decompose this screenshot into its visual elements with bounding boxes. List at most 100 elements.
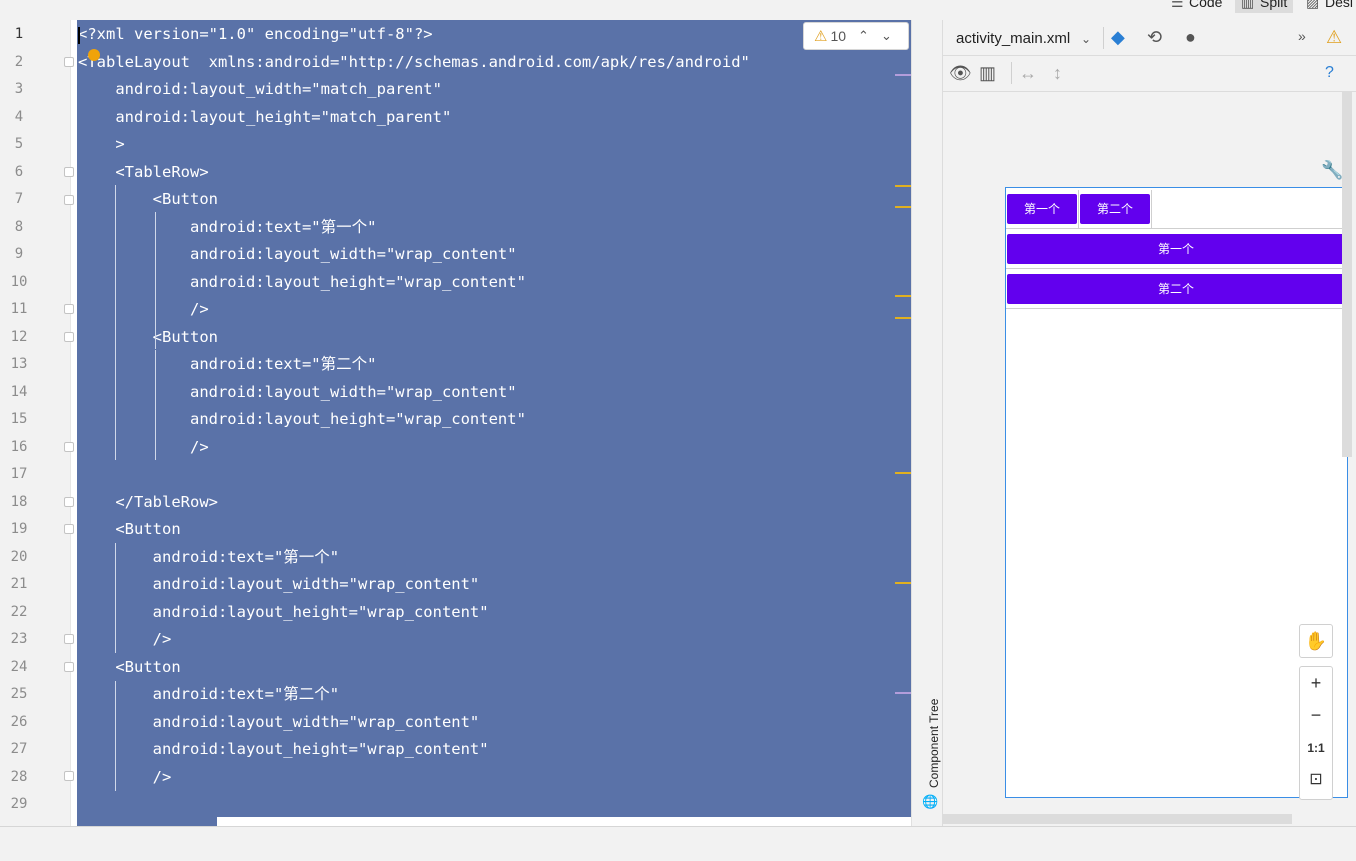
code-line[interactable]: android:text="第二个" (78, 680, 340, 708)
code-line[interactable]: android:layout_width="wrap_content" (78, 378, 517, 406)
code-line[interactable]: <Button (78, 653, 180, 681)
fold-marker[interactable] (64, 332, 74, 342)
code-line[interactable]: /> (78, 295, 209, 323)
line-number: 23 (10, 631, 28, 647)
fold-marker[interactable] (64, 662, 74, 672)
eye-icon[interactable]: 👁 (949, 63, 972, 83)
code-line[interactable]: <Button (78, 515, 180, 543)
line-number: 22 (10, 603, 28, 620)
code-line[interactable]: android:layout_width="wrap_content" (78, 708, 480, 736)
code-line[interactable]: android:text="第二个" (78, 350, 377, 378)
zoom-actual-size-button[interactable]: 1:1 (1300, 741, 1332, 755)
help-icon[interactable]: ? (1325, 63, 1334, 83)
line-number: 15 (10, 411, 28, 427)
status-bar (0, 826, 1356, 861)
stripe-mark[interactable] (895, 295, 911, 297)
fold-marker[interactable] (64, 442, 74, 452)
fold-marker[interactable] (64, 771, 74, 781)
line-number: 28 (10, 768, 28, 785)
code-line[interactable]: android:layout_height="wrap_content" (78, 405, 526, 433)
fold-marker[interactable] (64, 524, 74, 534)
wrench-icon[interactable]: 🔧 (1321, 160, 1343, 180)
fold-marker[interactable] (64, 304, 74, 314)
line-number: 8 (14, 218, 24, 235)
design-mode-button[interactable]: Desi (1325, 0, 1353, 10)
text-caret (78, 27, 80, 44)
separator (1011, 62, 1012, 84)
line-number: 5 (14, 136, 24, 152)
code-mode-icon: ☰ (1171, 0, 1184, 10)
code-line[interactable]: /> (78, 625, 172, 653)
code-line[interactable]: <Button (78, 323, 218, 351)
horizontal-scrollbar[interactable] (942, 814, 1292, 824)
warning-icon[interactable]: ⚠ (1326, 27, 1342, 47)
preview-button[interactable]: 第二个 (1080, 194, 1150, 224)
table-cell-divider (1078, 190, 1079, 228)
zoom-to-fit-icon[interactable]: ⊡ (1300, 769, 1332, 789)
stripe-mark[interactable] (895, 185, 911, 187)
globe-icon[interactable]: 🌐 (922, 794, 938, 810)
code-line[interactable]: <TableRow> (78, 158, 208, 186)
line-number: 7 (14, 191, 24, 207)
blueprint-icon[interactable]: ▥ (979, 63, 996, 83)
fold-marker[interactable] (64, 167, 74, 177)
preview-button[interactable]: 第二个 (1007, 274, 1345, 304)
design-toolbar-secondary: 👁 ▥ ↔ ↕ ? (943, 56, 1356, 92)
fold-marker[interactable] (64, 195, 74, 205)
fold-marker[interactable] (64, 634, 74, 644)
code-line[interactable]: android:layout_height="wrap_content" (78, 735, 489, 763)
vertical-scrollbar[interactable] (1342, 92, 1352, 457)
fold-marker[interactable] (64, 57, 74, 67)
code-line[interactable]: <Button (78, 185, 218, 213)
theme-icon[interactable]: ● (1185, 27, 1196, 47)
code-mode-button[interactable]: Code (1189, 0, 1222, 10)
stripe-mark[interactable] (895, 692, 911, 694)
code-line[interactable]: android:layout_height="wrap_content" (78, 598, 489, 626)
code-line[interactable]: /> (78, 433, 209, 461)
code-line[interactable]: android:layout_height="match_parent" (78, 103, 451, 131)
view-mode-switch[interactable]: ☰ Code ▥ Split ▨ Desi (1165, 0, 1356, 13)
intention-bulb-icon[interactable] (88, 49, 100, 61)
stripe-mark[interactable] (895, 206, 911, 208)
orientation-icon[interactable]: ⟲ (1147, 27, 1162, 47)
horizontal-resize-icon[interactable]: ↔ (1019, 63, 1037, 83)
zoom-out-button[interactable]: − (1300, 705, 1332, 726)
hand-icon[interactable]: ✋ (1300, 631, 1332, 652)
code-line[interactable]: android:text="第一个" (78, 213, 377, 241)
component-tree-tab[interactable]: Component Tree (927, 699, 941, 788)
separator (1103, 27, 1104, 49)
pan-tool[interactable]: ✋ (1299, 624, 1333, 658)
chevron-up-icon[interactable]: ⌃ (858, 28, 869, 44)
split-mode-button[interactable]: Split (1260, 0, 1287, 10)
code-line[interactable]: android:text="第一个" (78, 543, 340, 571)
zoom-in-button[interactable]: + (1300, 673, 1332, 694)
preview-button[interactable]: 第一个 (1007, 234, 1345, 264)
code-line[interactable]: android:layout_width="match_parent" (78, 75, 442, 103)
file-selector[interactable]: activity_main.xml (956, 30, 1070, 47)
design-mode-icon: ▨ (1306, 0, 1320, 10)
layers-icon[interactable]: ◆ (1111, 27, 1125, 47)
line-number: 18 (10, 493, 28, 510)
code-line[interactable]: <TableLayout xmlns:android="http://schem… (78, 48, 750, 76)
chevron-down-icon[interactable]: ⌄ (1081, 29, 1091, 49)
more-icon[interactable]: » (1298, 26, 1306, 46)
table-row-divider (1006, 228, 1346, 229)
error-stripe[interactable] (893, 20, 911, 826)
stripe-mark[interactable] (895, 74, 911, 76)
code-line[interactable]: android:layout_height="wrap_content" (78, 268, 526, 296)
line-number: 20 (10, 548, 28, 565)
line-number: 25 (10, 686, 28, 702)
fold-marker[interactable] (64, 497, 74, 507)
code-line[interactable]: > (78, 130, 124, 158)
stripe-mark[interactable] (895, 582, 911, 584)
code-line[interactable]: android:layout_width="wrap_content" (78, 240, 517, 268)
preview-button[interactable]: 第一个 (1007, 194, 1077, 224)
code-line[interactable]: </TableRow> (78, 488, 218, 516)
vertical-resize-icon[interactable]: ↕ (1053, 63, 1062, 83)
code-line[interactable]: android:layout_width="wrap_content" (78, 570, 480, 598)
stripe-mark[interactable] (895, 472, 911, 474)
code-line[interactable]: /> (78, 763, 172, 791)
code-line[interactable]: <?xml version="1.0" encoding="utf-8"?> (78, 20, 433, 48)
chevron-down-icon[interactable]: ⌄ (881, 28, 892, 44)
stripe-mark[interactable] (895, 317, 911, 319)
